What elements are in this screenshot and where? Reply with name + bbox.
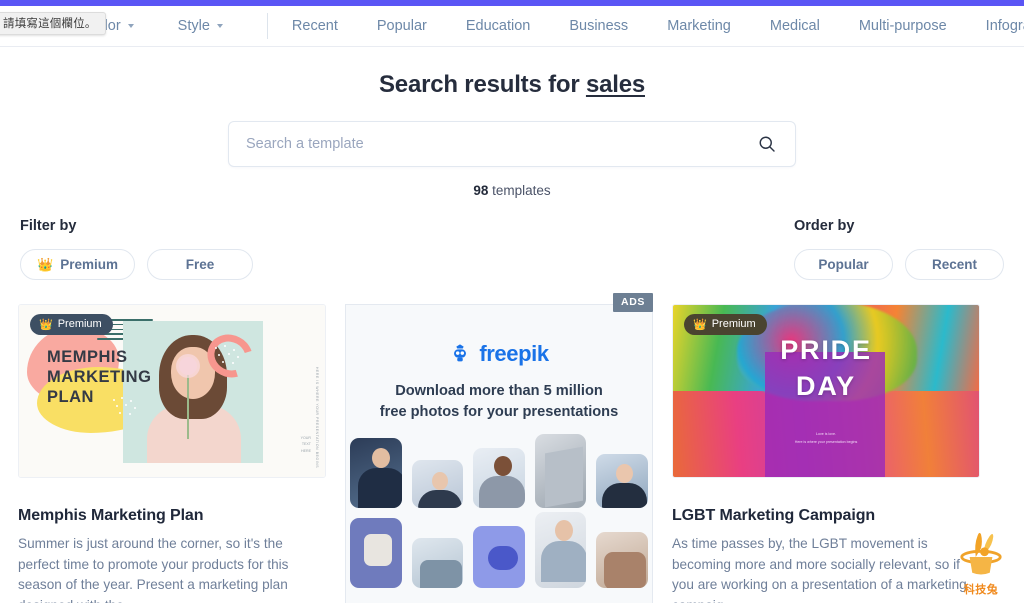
decor-dots-top <box>213 345 247 367</box>
pride-art-title: PRIDE DAY <box>673 333 979 404</box>
photo-woman-laptop <box>411 460 464 508</box>
template-results-grid: MEMPHIS MARKETING PLAN HERE IS WHERE YOUR … <box>0 293 1024 603</box>
filter-by-section: Filter by 👑 Premium Free <box>20 218 253 280</box>
category-navbar: 請填寫這個欄位。 Color Style Recent Popular Educ… <box>0 6 1024 47</box>
pride-art-subtitle: Love is love. Here is where your present… <box>673 431 979 446</box>
page-title-keyword: sales <box>585 71 645 98</box>
filter-premium-button[interactable]: 👑 Premium <box>20 249 135 280</box>
pride-art-sub-line1: Love is love. <box>816 432 836 436</box>
filter-free-label: Free <box>185 257 215 272</box>
navbar-divider <box>266 13 268 39</box>
advertisement-card[interactable]: ADS freepik Download more than 5 million… <box>345 293 653 603</box>
nav-dropdown-style-label: Style <box>177 18 210 34</box>
navbar-links: Recent Popular Education Business Market… <box>292 18 1024 34</box>
nav-link-business[interactable]: Business <box>569 18 628 34</box>
photo-man-notebook <box>596 454 648 508</box>
template-thumbnail[interactable]: MEMPHIS MARKETING PLAN HERE IS WHERE YOUR … <box>18 304 326 478</box>
search-input[interactable] <box>246 136 757 152</box>
nav-dropdown-style[interactable]: Style <box>178 18 223 34</box>
order-pill-row: Popular Recent <box>794 249 1004 280</box>
crown-icon: 👑 <box>37 257 54 272</box>
order-popular-button[interactable]: Popular <box>794 249 893 280</box>
order-by-section: Order by Popular Recent <box>794 218 1004 280</box>
template-thumbnail[interactable]: PRIDE DAY Love is love. Here is where yo… <box>672 304 980 478</box>
photo-woman-thinking <box>534 512 587 588</box>
navbar-dropdown-group: Color Style Recent Popular Education Bus… <box>86 13 1024 39</box>
ad-headline-line2: free photos for your presentations <box>379 404 619 421</box>
search-box[interactable] <box>228 121 796 167</box>
template-card-title[interactable]: LGBT Marketing Campaign <box>672 507 980 525</box>
freepik-wordmark: freepik <box>479 341 549 366</box>
search-icon[interactable] <box>757 134 777 154</box>
results-count-number: 98 <box>473 183 489 198</box>
ad-photo-collage <box>346 434 652 603</box>
pride-art-title-line1: PRIDE <box>780 335 872 365</box>
ad-body[interactable]: freepik Download more than 5 million fre… <box>345 304 653 603</box>
nav-link-marketing[interactable]: Marketing <box>667 18 731 34</box>
chevron-down-icon <box>216 24 223 28</box>
crown-icon: 👑 <box>39 318 53 331</box>
template-card-description: Summer is just around the corner, so it'… <box>18 536 289 603</box>
nav-link-popular[interactable]: Popular <box>377 18 427 34</box>
photo-puzzle-piece <box>350 518 402 588</box>
flower-stem <box>187 373 189 439</box>
premium-badge-label: Premium <box>711 318 756 330</box>
form-validation-tooltip: 請填寫這個欄位。 <box>0 12 106 35</box>
freepik-robot-icon <box>454 344 467 362</box>
memphis-side-text: HERE IS WHERE YOUR PRESENTATION BEGINS <box>315 367 319 469</box>
template-card-title[interactable]: Memphis Marketing Plan <box>18 507 326 525</box>
page-title-prefix: Search results for <box>378 71 586 98</box>
premium-badge: 👑 Premium <box>30 314 113 335</box>
filter-pill-row: 👑 Premium Free <box>20 249 253 280</box>
search-section <box>0 121 1024 167</box>
nav-link-multi-purpose[interactable]: Multi-purpose <box>859 18 947 34</box>
results-count-label: templates <box>488 183 551 198</box>
order-recent-button[interactable]: Recent <box>905 249 1004 280</box>
pride-art-sub-line2: Here is where your presentation begins <box>794 439 858 444</box>
ad-headline: Download more than 5 million free photos… <box>346 381 652 423</box>
nav-link-infographics[interactable]: Infographics <box>986 18 1024 34</box>
template-card-lgbt[interactable]: PRIDE DAY Love is love. Here is where yo… <box>672 304 980 603</box>
results-count: 98 templates <box>0 183 1024 198</box>
nav-link-education[interactable]: Education <box>466 18 531 34</box>
filter-by-heading: Filter by <box>20 218 77 234</box>
page-title: Search results for sales <box>0 71 1024 99</box>
filter-free-button[interactable]: Free <box>146 249 253 280</box>
order-recent-label: Recent <box>931 257 977 272</box>
photo-building <box>534 434 587 508</box>
nav-link-medical[interactable]: Medical <box>770 18 820 34</box>
photo-piggy-bank <box>473 526 525 588</box>
premium-badge: 👑 Premium <box>684 314 767 335</box>
order-popular-label: Popular <box>818 257 869 272</box>
photo-handshake <box>596 532 648 588</box>
filter-order-row: Filter by 👑 Premium Free Order by Popula… <box>0 218 1024 280</box>
memphis-small-text: YOUR TEXT HERE <box>300 435 311 454</box>
ads-badge: ADS <box>613 293 653 312</box>
memphis-art-title: MEMPHIS MARKETING PLAN <box>47 348 152 407</box>
chevron-down-icon <box>127 24 134 28</box>
template-card-memphis[interactable]: MEMPHIS MARKETING PLAN HERE IS WHERE YOUR … <box>18 304 326 603</box>
crown-icon: 👑 <box>693 318 707 331</box>
premium-badge-label: Premium <box>57 318 102 330</box>
filter-premium-label: Premium <box>60 257 118 272</box>
photo-businessman-phone <box>350 438 402 508</box>
flower-icon <box>179 357 197 375</box>
freepik-logo: freepik <box>346 341 652 367</box>
ad-headline-line1: Download more than 5 million <box>395 383 603 399</box>
order-by-heading: Order by <box>794 218 855 234</box>
nav-link-recent[interactable]: Recent <box>292 18 338 34</box>
photo-team-hands <box>411 538 464 588</box>
pride-art-title-line2: DAY <box>796 370 856 401</box>
photo-man-tablet <box>473 448 525 508</box>
template-card-description: As time passes by, the LGBT movement is … <box>672 536 967 603</box>
